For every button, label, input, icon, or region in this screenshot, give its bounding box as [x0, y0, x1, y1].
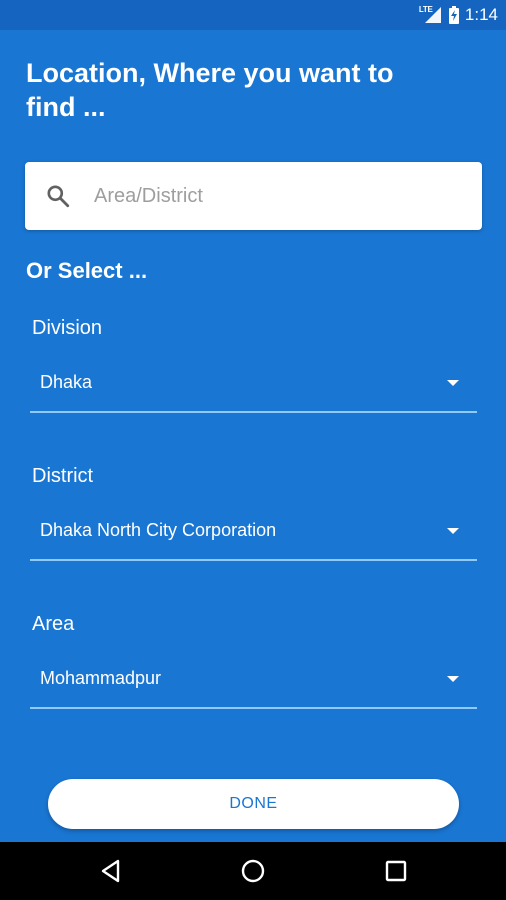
- search-input[interactable]: [92, 183, 456, 209]
- division-underline: [30, 411, 477, 413]
- page-title: Location, Where you want to find ...: [26, 58, 394, 122]
- area-underline: [30, 707, 477, 709]
- search-box[interactable]: [25, 162, 482, 230]
- area-label: Area: [32, 613, 75, 635]
- status-bar: LTE 1:14: [0, 0, 506, 30]
- dropdown-arrow-icon: [447, 528, 459, 534]
- done-button[interactable]: DONE: [48, 779, 459, 829]
- dropdown-arrow-icon: [447, 380, 459, 386]
- area-value: Mohammadpur: [40, 668, 162, 688]
- district-dropdown[interactable]: Dhaka North City Corporation: [30, 508, 477, 556]
- division-label: Division: [32, 317, 103, 339]
- district-label: District: [32, 465, 94, 487]
- dropdown-arrow-icon: [447, 676, 459, 682]
- navigation-bar: [0, 842, 506, 900]
- recents-icon[interactable]: [381, 856, 411, 886]
- district-value: Dhaka North City Corporation: [40, 520, 277, 540]
- signal-icon: LTE: [419, 5, 443, 25]
- battery-charging-icon: [448, 6, 459, 24]
- home-icon[interactable]: [238, 856, 268, 886]
- division-dropdown[interactable]: Dhaka: [30, 360, 477, 408]
- area-dropdown[interactable]: Mohammadpur: [30, 656, 477, 704]
- status-time: 1:14: [464, 5, 498, 24]
- status-icons: LTE 1:14: [419, 0, 498, 30]
- search-icon: [47, 185, 70, 208]
- district-underline: [30, 559, 477, 561]
- back-icon[interactable]: [96, 856, 126, 886]
- division-value: Dhaka: [40, 372, 93, 392]
- or-select-heading: Or Select ...: [26, 258, 148, 283]
